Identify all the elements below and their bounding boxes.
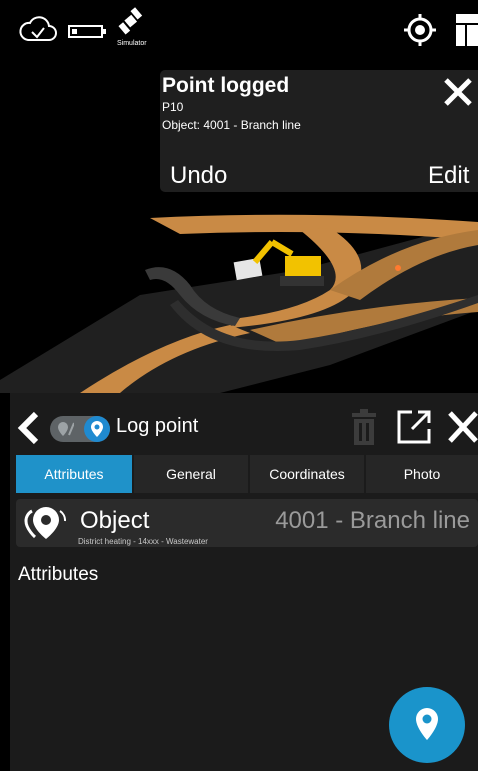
point-type-toggle[interactable] [50,416,110,442]
logged-point-marker [395,265,401,271]
battery-icon [68,25,106,38]
tab-attributes[interactable]: Attributes [16,455,132,493]
simulator-label: Simulator [117,40,147,47]
location-pin-icon [91,421,103,437]
toast-point-id: P10 [162,100,184,114]
undo-button[interactable]: Undo [170,162,227,190]
point-logged-toast: Point logged P10 Object: 4001 - Branch l… [160,70,478,192]
tab-coordinates[interactable]: Coordinates [250,455,364,493]
edit-button[interactable]: Edit [428,162,469,190]
toggle-knob [84,416,110,442]
tab-photo[interactable]: Photo [366,455,478,493]
status-bar: Simulator [0,0,478,52]
attributes-heading: Attributes [18,564,99,585]
satellite-icon[interactable] [118,6,144,36]
object-subtitle: District heating - 14xxx - Wastewater [78,537,208,546]
map-pin-off-icon [58,422,74,436]
toast-object-line: Object: 4001 - Branch line [162,118,301,132]
open-external-icon[interactable] [396,409,432,445]
tab-general[interactable]: General [134,455,248,493]
location-pin-icon [416,708,438,740]
object-label: Object [80,507,150,534]
panel-header: Log point [10,393,478,455]
map-3d-view[interactable] [0,200,478,393]
cloud-check-icon[interactable] [18,14,58,44]
map-layers-icon[interactable] [454,12,478,48]
trash-icon[interactable] [350,409,378,445]
target-icon[interactable] [404,14,436,46]
toast-close-icon[interactable] [442,76,474,108]
object-value: 4001 - Branch line [275,507,470,534]
back-chevron-icon[interactable] [16,411,42,445]
log-point-fab[interactable] [389,687,465,763]
panel-close-icon[interactable] [446,409,478,445]
toast-title: Point logged [162,74,290,97]
object-selector[interactable]: Object District heating - 14xxx - Wastew… [16,499,478,547]
panel-title: Log point [116,415,199,437]
object-pins-icon [24,507,66,539]
panel-tabs: Attributes General Coordinates Photo [16,455,478,493]
